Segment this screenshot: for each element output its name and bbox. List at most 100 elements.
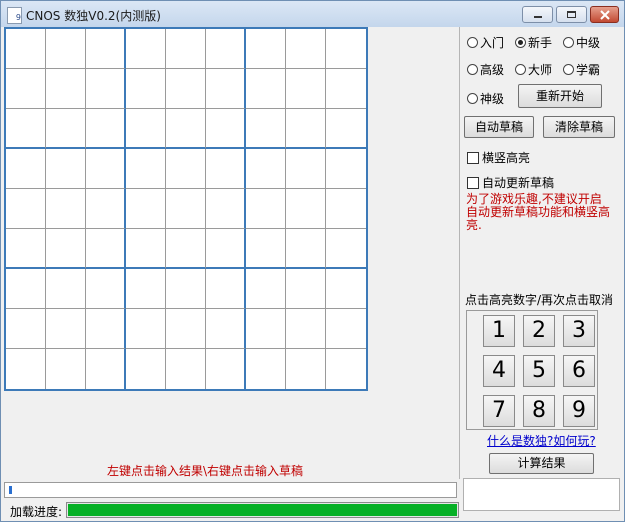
sudoku-cell[interactable] <box>246 189 286 229</box>
clear-draft-button[interactable]: 清除草稿 <box>543 116 615 138</box>
calculate-button[interactable]: 计算结果 <box>489 453 594 474</box>
sudoku-cell[interactable] <box>286 189 326 229</box>
number-6-button[interactable]: 6 <box>563 355 595 387</box>
difficulty-zhongji-radio[interactable]: 中级 <box>563 34 600 50</box>
number-5-button[interactable]: 5 <box>523 355 555 387</box>
sudoku-cell[interactable] <box>86 109 126 149</box>
number-3-button[interactable]: 3 <box>563 315 595 347</box>
help-link[interactable]: 什么是数独?如何玩? <box>487 432 596 449</box>
sudoku-cell[interactable] <box>46 309 86 349</box>
sudoku-cell[interactable] <box>6 109 46 149</box>
number-7-button[interactable]: 7 <box>483 395 515 427</box>
difficulty-shenji-radio[interactable]: 神级 <box>467 90 504 106</box>
number-4-button[interactable]: 4 <box>483 355 515 387</box>
sudoku-cell[interactable] <box>166 269 206 309</box>
sudoku-cell[interactable] <box>246 69 286 109</box>
sudoku-cell[interactable] <box>206 109 246 149</box>
sudoku-cell[interactable] <box>6 229 46 269</box>
number-8-button[interactable]: 8 <box>523 395 555 427</box>
sudoku-cell[interactable] <box>6 309 46 349</box>
sudoku-cell[interactable] <box>126 29 166 69</box>
sudoku-cell[interactable] <box>86 189 126 229</box>
sudoku-cell[interactable] <box>206 189 246 229</box>
sudoku-cell[interactable] <box>126 109 166 149</box>
sudoku-cell[interactable] <box>326 29 366 69</box>
sudoku-cell[interactable] <box>126 349 166 389</box>
auto-draft-button[interactable]: 自动草稿 <box>464 116 534 138</box>
sudoku-cell[interactable] <box>86 309 126 349</box>
sudoku-cell[interactable] <box>286 109 326 149</box>
sudoku-cell[interactable] <box>46 349 86 389</box>
sudoku-cell[interactable] <box>6 69 46 109</box>
title-bar[interactable]: 9 CNOS 数独V0.2(内测版) <box>1 1 624 27</box>
sudoku-cell[interactable] <box>206 349 246 389</box>
sudoku-cell[interactable] <box>326 149 366 189</box>
sudoku-cell[interactable] <box>86 149 126 189</box>
sudoku-cell[interactable] <box>206 149 246 189</box>
sudoku-cell[interactable] <box>46 229 86 269</box>
sudoku-cell[interactable] <box>286 69 326 109</box>
sudoku-cell[interactable] <box>86 269 126 309</box>
sudoku-cell[interactable] <box>206 229 246 269</box>
sudoku-cell[interactable] <box>326 269 366 309</box>
sudoku-cell[interactable] <box>6 149 46 189</box>
sudoku-cell[interactable] <box>246 269 286 309</box>
close-button[interactable] <box>590 6 619 23</box>
sudoku-cell[interactable] <box>326 229 366 269</box>
sudoku-cell[interactable] <box>86 349 126 389</box>
difficulty-xueba-radio[interactable]: 学霸 <box>563 61 600 77</box>
sudoku-cell[interactable] <box>6 189 46 229</box>
sudoku-cell[interactable] <box>286 29 326 69</box>
maximize-button[interactable] <box>556 6 587 23</box>
sudoku-cell[interactable] <box>86 229 126 269</box>
restart-button[interactable]: 重新开始 <box>518 84 602 108</box>
sudoku-cell[interactable] <box>126 229 166 269</box>
sudoku-cell[interactable] <box>166 29 206 69</box>
sudoku-cell[interactable] <box>326 309 366 349</box>
sudoku-cell[interactable] <box>6 349 46 389</box>
sudoku-cell[interactable] <box>206 309 246 349</box>
sudoku-cell[interactable] <box>246 29 286 69</box>
sudoku-cell[interactable] <box>166 229 206 269</box>
difficulty-gaoji-radio[interactable]: 高级 <box>467 61 504 77</box>
sudoku-cell[interactable] <box>46 269 86 309</box>
sudoku-cell[interactable] <box>166 349 206 389</box>
sudoku-cell[interactable] <box>46 149 86 189</box>
sudoku-cell[interactable] <box>6 269 46 309</box>
sudoku-cell[interactable] <box>166 309 206 349</box>
sudoku-cell[interactable] <box>326 69 366 109</box>
sudoku-cell[interactable] <box>126 149 166 189</box>
sudoku-cell[interactable] <box>246 109 286 149</box>
sudoku-cell[interactable] <box>86 29 126 69</box>
sudoku-cell[interactable] <box>246 229 286 269</box>
sudoku-cell[interactable] <box>326 189 366 229</box>
sudoku-cell[interactable] <box>286 229 326 269</box>
auto-update-draft-checkbox[interactable]: 自动更新草稿 <box>467 174 554 191</box>
sudoku-cell[interactable] <box>246 149 286 189</box>
sudoku-cell[interactable] <box>166 149 206 189</box>
number-1-button[interactable]: 1 <box>483 315 515 347</box>
sudoku-cell[interactable] <box>206 29 246 69</box>
sudoku-cell[interactable] <box>166 189 206 229</box>
sudoku-cell[interactable] <box>46 189 86 229</box>
sudoku-cell[interactable] <box>126 189 166 229</box>
difficulty-xinshou-radio[interactable]: 新手 <box>515 34 552 50</box>
sudoku-cell[interactable] <box>46 29 86 69</box>
sudoku-cell[interactable] <box>286 349 326 389</box>
highlight-checkbox[interactable]: 横竖高亮 <box>467 149 530 166</box>
sudoku-cell[interactable] <box>46 109 86 149</box>
number-2-button[interactable]: 2 <box>523 315 555 347</box>
sudoku-cell[interactable] <box>286 309 326 349</box>
sudoku-cell[interactable] <box>126 269 166 309</box>
sudoku-cell[interactable] <box>206 269 246 309</box>
number-9-button[interactable]: 9 <box>563 395 595 427</box>
sudoku-cell[interactable] <box>326 109 366 149</box>
minimize-button[interactable] <box>522 6 553 23</box>
sudoku-cell[interactable] <box>126 309 166 349</box>
difficulty-rumen-radio[interactable]: 入门 <box>467 34 504 50</box>
sudoku-cell[interactable] <box>6 29 46 69</box>
sudoku-cell[interactable] <box>126 69 166 109</box>
sudoku-cell[interactable] <box>286 269 326 309</box>
sudoku-cell[interactable] <box>166 109 206 149</box>
sudoku-cell[interactable] <box>86 69 126 109</box>
